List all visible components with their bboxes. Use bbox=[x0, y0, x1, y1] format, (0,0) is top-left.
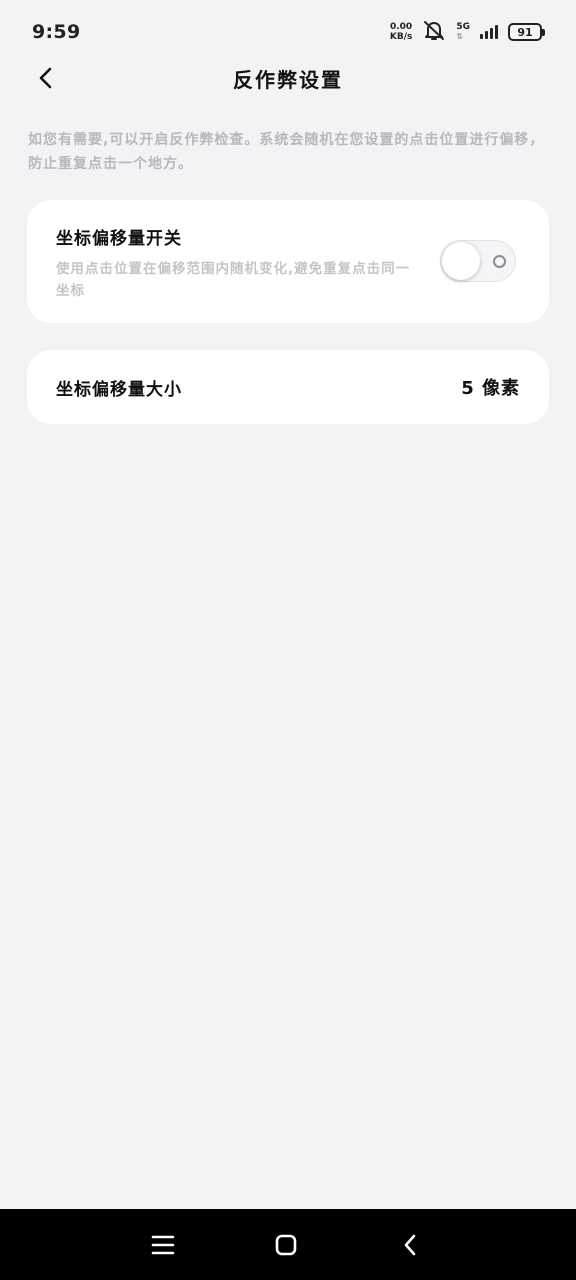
offset-size-label: 坐标偏移量大小 bbox=[56, 380, 182, 400]
nav-back-button[interactable] bbox=[392, 1227, 428, 1263]
battery-icon: 91 bbox=[508, 23, 545, 41]
battery-level: 91 bbox=[517, 25, 533, 39]
network-type-label: 5G bbox=[456, 22, 470, 32]
data-arrows-icon: ⇅ bbox=[456, 32, 464, 41]
offset-toggle-switch[interactable] bbox=[440, 240, 516, 282]
navigation-bar bbox=[0, 1209, 576, 1280]
menu-icon bbox=[151, 1235, 175, 1255]
offset-switch-description: 使用点击位置在偏移范围内随机变化,避免重复点击同一坐标 bbox=[56, 261, 411, 299]
home-icon bbox=[275, 1234, 297, 1256]
network-speed-unit: KB/s bbox=[389, 32, 413, 42]
offset-size-value: 5 像素 bbox=[461, 378, 520, 399]
toggle-knob bbox=[442, 242, 480, 280]
header: 反作弊设置 bbox=[0, 52, 576, 104]
status-icons: 0.00 KB/s 5G ⇅ 91 bbox=[390, 19, 545, 45]
network-speed-value: 0.00 bbox=[389, 22, 413, 32]
nav-home-button[interactable] bbox=[268, 1227, 304, 1263]
signal-icon bbox=[480, 25, 498, 39]
offset-switch-card: 坐标偏移量开关 使用点击位置在偏移范围内随机变化,避免重复点击同一坐标 bbox=[27, 200, 549, 323]
page-title: 反作弊设置 bbox=[233, 68, 343, 92]
offset-size-row[interactable]: 坐标偏移量大小 5 像素 bbox=[27, 350, 549, 424]
back-icon bbox=[404, 1234, 416, 1256]
nav-menu-button[interactable] bbox=[145, 1227, 181, 1263]
network-type: 5G ⇅ bbox=[456, 22, 470, 42]
status-time: 9:59 bbox=[32, 21, 81, 43]
anti-cheat-settings-screen: 9:59 0.00 KB/s 5G ⇅ 91 反作弊设置 如您有需要,可以开启反… bbox=[0, 0, 576, 1280]
toggle-off-icon bbox=[493, 255, 506, 268]
offset-switch-title: 坐标偏移量开关 bbox=[56, 229, 182, 249]
network-speed: 0.00 KB/s bbox=[390, 22, 412, 42]
mute-bell-icon bbox=[422, 19, 446, 45]
page-description: 如您有需要,可以开启反作弊检查。系统会随机在您设置的点击位置进行偏移，防止重复点… bbox=[28, 132, 545, 172]
